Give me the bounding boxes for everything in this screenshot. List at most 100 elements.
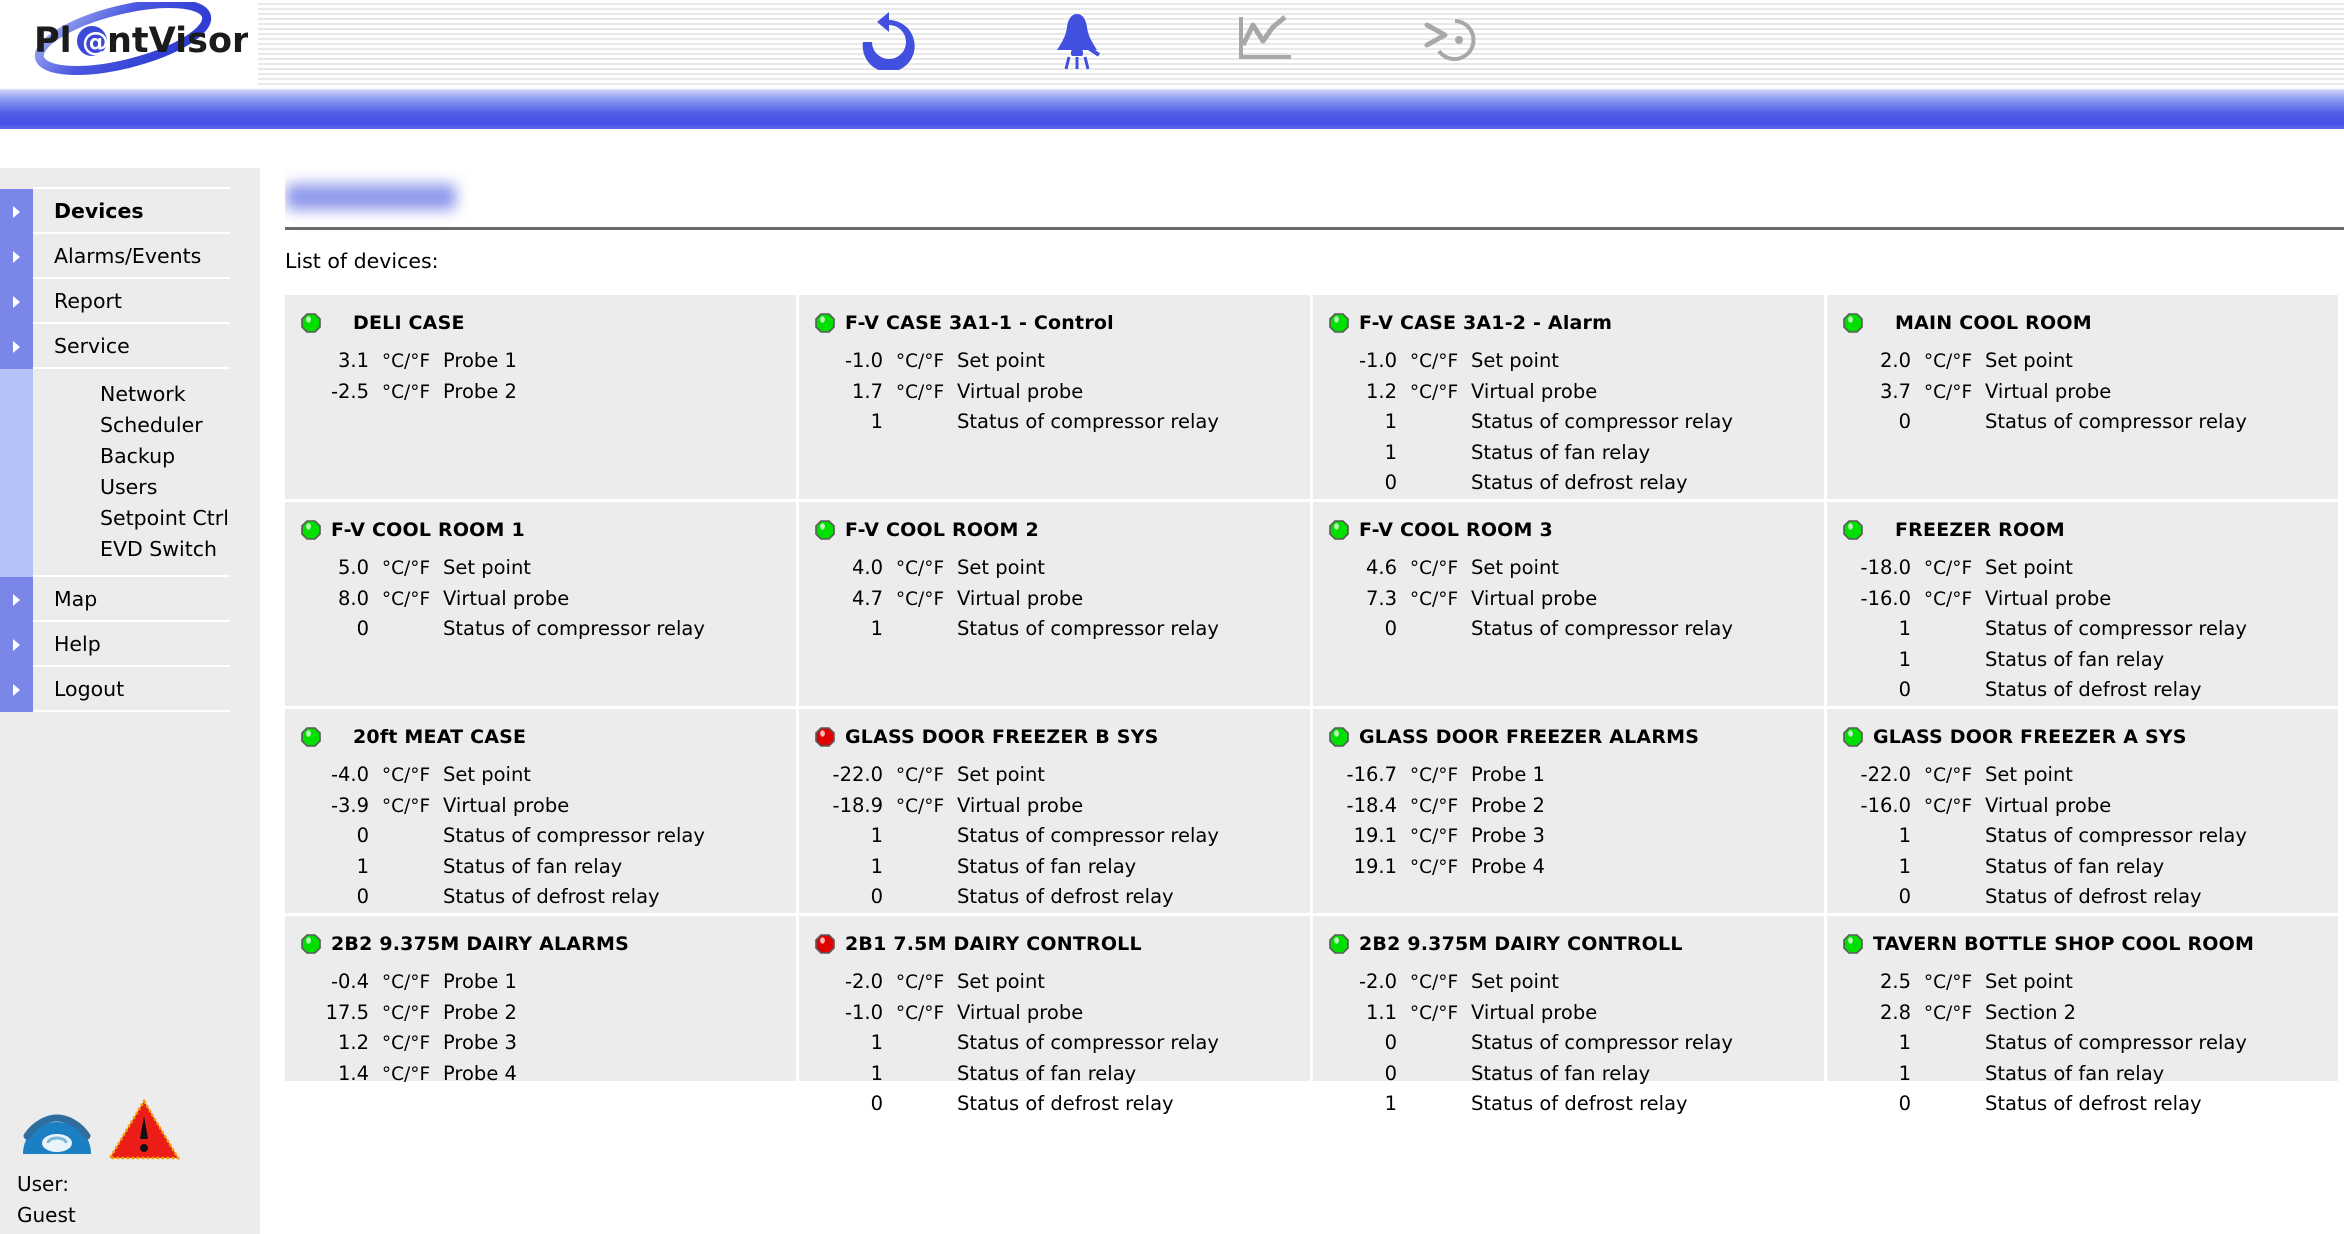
reading-label: Status of fan relay — [1471, 1061, 1651, 1085]
device-reading-row: 1 Status of compressor relay — [799, 410, 1310, 441]
reading-value: 1 — [1898, 854, 1911, 878]
refresh-icon[interactable] — [850, 6, 928, 74]
reading-value: 19.1 — [1353, 854, 1397, 878]
reading-label: Status of fan relay — [1985, 854, 2165, 878]
device-name: 2B2 9.375M DAIRY CONTROLL — [1359, 933, 1683, 955]
reading-value: 1 — [1384, 1092, 1397, 1115]
status-led-ok-icon — [1329, 727, 1349, 747]
status-led-ok-icon — [301, 520, 321, 540]
sidebar-item-service[interactable]: Service — [0, 322, 260, 369]
reading-label: Set point — [957, 970, 1045, 993]
sidebar-subitem-users[interactable]: Users — [100, 472, 260, 503]
device-reading-row: -22.0 °C/°F Set point — [1827, 763, 2338, 794]
device-reading-row: 2.5 °C/°F Set point — [1827, 970, 2338, 1001]
device-card-header: 2B2 9.375M DAIRY CONTROLL — [1313, 930, 1824, 958]
device-reading-row: 1.2 °C/°F Probe 3 — [285, 1031, 796, 1062]
reading-unit: °C/°F — [1409, 381, 1459, 403]
device-card[interactable]: F-V COOL ROOM 3 4.6 °C/°F Set point 7.3 °C/°F… — [1313, 502, 1824, 706]
device-reading-row: 2.8 °C/°F Section 2 — [1827, 1001, 2338, 1032]
reading-label: Virtual probe — [1471, 586, 1598, 610]
reading-value: -1.0 — [844, 349, 883, 372]
device-card[interactable]: F-V CASE 3A1-1 - Control -1.0 °C/°F Set poi… — [799, 295, 1310, 499]
device-card-header: F-V COOL ROOM 1 — [285, 516, 796, 544]
reading-label: Set point — [1985, 970, 2073, 993]
device-card[interactable]: GLASS DOOR FREEZER ALARMS -16.7 °C/°F Probe… — [1313, 709, 1824, 913]
reading-value: 0 — [1384, 1061, 1397, 1085]
device-card[interactable]: 2B2 9.375M DAIRY ALARMS -0.4 °C/°F Probe 1 1… — [285, 916, 796, 1085]
device-reading-row: -16.7 °C/°F Probe 1 — [1313, 763, 1824, 794]
device-card[interactable]: TAVERN BOTTLE SHOP COOL ROOM 2.5 °C/°F Set … — [1827, 916, 2338, 1115]
reading-value: 2.0 — [1879, 349, 1911, 372]
sidebar-item-help[interactable]: Help — [0, 620, 260, 667]
page-body: Devices Alarms/Events Report Service Net… — [0, 168, 2344, 1234]
device-reading-row: -3.9 °C/°F Virtual probe — [285, 794, 796, 825]
device-reading-row: 1 Status of fan relay — [799, 1062, 1310, 1093]
sidebar-item-map[interactable]: Map — [0, 575, 260, 622]
reading-value: 1 — [870, 617, 883, 640]
device-card[interactable]: 2B2 9.375M DAIRY CONTROLL -2.0 °C/°F Set po… — [1313, 916, 1824, 1115]
reading-label: Virtual probe — [443, 586, 570, 610]
sidebar-item-logout[interactable]: Logout — [0, 665, 260, 712]
reading-label: Virtual probe — [1471, 1000, 1598, 1024]
device-readings: -4.0 °C/°F Set point -3.9 °C/°F Virtual probe… — [285, 763, 796, 916]
device-reading-row: -0.4 °C/°F Probe 1 — [285, 970, 796, 1001]
chart-icon[interactable] — [1226, 6, 1304, 74]
device-reading-row: -18.9 °C/°F Virtual probe — [799, 794, 1310, 825]
device-card[interactable]: 2B1 7.5M DAIRY CONTROLL -2.0 °C/°F Set poin… — [799, 916, 1310, 1115]
reading-unit: °C/°F — [381, 795, 431, 817]
sidebar-subitem-evd-switch[interactable]: EVD Switch — [100, 534, 260, 565]
reading-value: 1.7 — [851, 379, 883, 403]
reading-label: Virtual probe — [443, 793, 570, 817]
sidebar-subitem-setpoint-ctrl[interactable]: Setpoint Ctrl — [100, 503, 260, 534]
warning-triangle-icon[interactable] — [107, 1098, 181, 1166]
reading-label: Status of compressor relay — [957, 410, 1219, 433]
sidebar-item-devices[interactable]: Devices — [0, 187, 260, 234]
device-card[interactable]: GLASS DOOR FREEZER B SYS -22.0 °C/°F Set po… — [799, 709, 1310, 913]
reading-label: Status of defrost relay — [443, 885, 660, 908]
subnav-rail — [0, 369, 33, 577]
sidebar-subitem-backup[interactable]: Backup — [100, 441, 260, 472]
device-card[interactable]: FREEZER ROOM -18.0 °C/°F Set point -16.0 °C/°… — [1827, 502, 2338, 706]
reading-label: Status of defrost relay — [1985, 1092, 2202, 1115]
user-label: User: — [17, 1172, 69, 1196]
status-led-ok-icon — [1843, 934, 1863, 954]
reading-label: Virtual probe — [1471, 379, 1598, 403]
device-card[interactable]: MAIN COOL ROOM 2.0 °C/°F Set point 3.7 °C/°F V… — [1827, 295, 2338, 499]
chevron-right-icon — [0, 189, 33, 234]
reading-value: -22.0 — [1860, 763, 1911, 786]
device-readings: -1.0 °C/°F Set point 1.2 °C/°F Virtual probe 1… — [1313, 349, 1824, 502]
reading-unit: °C/°F — [1409, 588, 1459, 610]
reading-label: Status of compressor relay — [443, 824, 705, 847]
history-icon[interactable] — [1414, 6, 1492, 74]
sidebar-item-alarms-events[interactable]: Alarms/Events — [0, 232, 260, 279]
device-readings: 4.6 °C/°F Set point 7.3 °C/°F Virtual probe 0 S… — [1313, 556, 1824, 648]
reading-label: Status of fan relay — [957, 1061, 1137, 1085]
sidebar-item-report[interactable]: Report — [0, 277, 260, 324]
plantvisor-logo: Pl @ ntVisor — [18, 0, 250, 80]
device-reading-row: 0 Status of compressor relay — [1313, 617, 1824, 648]
device-name: F-V COOL ROOM 3 — [1359, 519, 1553, 541]
device-name: FREEZER ROOM — [1895, 519, 2065, 541]
status-led-ok-icon — [301, 313, 321, 333]
reading-label: Probe 1 — [443, 970, 517, 993]
device-card[interactable]: 20ft MEAT CASE -4.0 °C/°F Set point -3.9 °C/°… — [285, 709, 796, 913]
sidebar-subitem-scheduler[interactable]: Scheduler — [100, 410, 260, 441]
device-card[interactable]: F-V COOL ROOM 2 4.0 °C/°F Set point 4.7 °C/°F… — [799, 502, 1310, 706]
device-card[interactable]: F-V CASE 3A1-2 - Alarm -1.0 °C/°F Set point… — [1313, 295, 1824, 499]
sidebar-subitem-network[interactable]: Network — [100, 379, 260, 410]
alarm-bell-icon[interactable] — [1038, 6, 1116, 74]
reading-label: Status of compressor relay — [1985, 1031, 2247, 1054]
device-card[interactable]: GLASS DOOR FREEZER A SYS -22.0 °C/°F Set po… — [1827, 709, 2338, 913]
reading-value: 0 — [1384, 1031, 1397, 1054]
device-reading-row: 1 Status of fan relay — [285, 855, 796, 886]
reading-value: 0 — [356, 617, 369, 640]
device-card[interactable]: DELI CASE 3.1 °C/°F Probe 1 -2.5 °C/°F Probe 2 — [285, 295, 796, 499]
reading-value: -0.4 — [330, 970, 369, 993]
telephone-icon[interactable] — [17, 1114, 97, 1166]
reading-value: 1.1 — [1365, 1000, 1397, 1024]
reading-value: 1 — [1898, 1031, 1911, 1054]
device-reading-row: -18.4 °C/°F Probe 2 — [1313, 794, 1824, 825]
reading-unit: °C/°F — [1409, 795, 1459, 817]
device-card[interactable]: F-V COOL ROOM 1 5.0 °C/°F Set point 8.0 °C/°F… — [285, 502, 796, 706]
status-led-ok-icon — [1329, 313, 1349, 333]
